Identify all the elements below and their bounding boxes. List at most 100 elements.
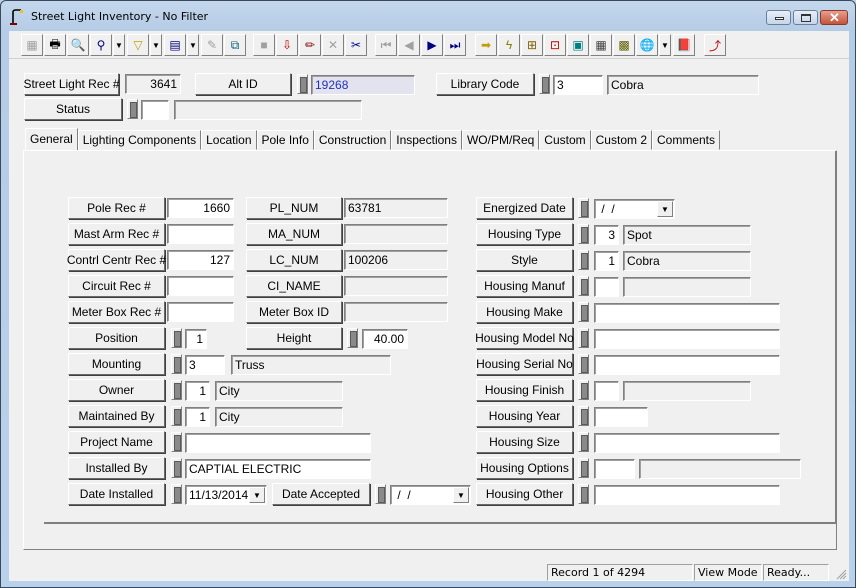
cut-button[interactable]: ✂ (345, 34, 367, 56)
contrl-centr-rec-field[interactable]: 127 (167, 250, 234, 270)
housing-model-no-field[interactable] (594, 329, 780, 349)
date-accepted-button[interactable]: Date Accepted (272, 483, 370, 505)
street-light-rec-button[interactable]: Street Light Rec # (23, 73, 120, 95)
alt-id-field[interactable]: 19268 (311, 75, 415, 95)
library-code-lookup-grip[interactable] (539, 74, 550, 94)
date-installed-field[interactable]: 11/13/2014 ▼ (185, 485, 267, 505)
housing-size-button[interactable]: Housing Size (476, 431, 573, 453)
housing-other-button[interactable]: Housing Other (476, 483, 573, 505)
housing-make-field[interactable] (594, 303, 780, 323)
date-installed-lookup-grip[interactable] (171, 484, 182, 504)
minimize-button[interactable] (766, 10, 791, 25)
installed-by-button[interactable]: Installed By (68, 457, 165, 479)
dropdown-arrow-button[interactable]: ▼ (113, 34, 125, 56)
alt-id-button[interactable]: Alt ID (195, 73, 291, 95)
position-lookup-grip[interactable] (171, 328, 182, 348)
installed-by-lookup-grip[interactable] (171, 458, 182, 478)
maintained-by-field[interactable]: 1 (185, 407, 210, 427)
mast-arm-rec-field[interactable] (167, 224, 234, 244)
status-button[interactable]: Status (24, 98, 122, 120)
tab-comments[interactable]: Comments (652, 130, 721, 150)
maintained-by-button[interactable]: Maintained By (68, 405, 165, 427)
meter-box-rec-button[interactable]: Meter Box Rec # (68, 301, 165, 323)
installed-by-field[interactable]: CAPTIAL ELECTRIC (185, 459, 371, 479)
housing-other-field[interactable] (594, 485, 780, 505)
housing-size-lookup-grip[interactable] (578, 432, 589, 452)
help-book-button[interactable]: 📕 (673, 34, 695, 56)
dropdown-arrow-button[interactable]: ▼ (187, 34, 199, 56)
close-button[interactable]: ✕ (820, 10, 848, 25)
goto-button[interactable]: ➡ (475, 34, 497, 56)
housing-manuf-button[interactable]: Housing Manuf (476, 275, 573, 297)
housing-finish-lookup-grip[interactable] (578, 380, 589, 400)
find-button[interactable]: ⚲ (90, 34, 112, 56)
lc-num-button[interactable]: LC_NUM (246, 249, 342, 271)
housing-model-no-button[interactable]: Housing Model No (475, 327, 574, 349)
housing-finish-field[interactable] (594, 381, 619, 401)
tab-wo-pm-req[interactable]: WO/PM/Req (461, 130, 540, 150)
copy-record-button[interactable]: ⧉ (224, 34, 246, 56)
housing-options-button[interactable]: Housing Options (476, 457, 573, 479)
add-record-button[interactable]: ⇩ (276, 34, 298, 56)
energized-date-lookup-grip[interactable] (578, 198, 589, 218)
project-name-button[interactable]: Project Name (68, 431, 165, 453)
next-record-button[interactable]: ▶ (421, 34, 443, 56)
housing-other-lookup-grip[interactable] (578, 484, 589, 504)
pole-rec-field[interactable]: 1660 (167, 198, 234, 218)
housing-options-lookup-grip[interactable] (578, 458, 589, 478)
first-record-button[interactable]: ⏮ (375, 34, 397, 56)
form-view-button[interactable]: ▦ (21, 34, 43, 56)
work-order-button[interactable]: ▣ (567, 34, 589, 56)
report-button[interactable]: ▤ (164, 34, 186, 56)
last-record-button[interactable]: ⏭ (444, 34, 466, 56)
library-code-field[interactable]: 3 (553, 75, 603, 95)
housing-serial-no-field[interactable] (594, 355, 780, 375)
print-button[interactable]: 🖶 (44, 34, 66, 56)
position-field[interactable]: 1 (185, 329, 207, 349)
housing-make-lookup-grip[interactable] (578, 302, 589, 322)
owner-field[interactable]: 1 (185, 381, 210, 401)
height-button[interactable]: Height (246, 327, 342, 349)
housing-year-lookup-grip[interactable] (578, 406, 589, 426)
height-lookup-grip[interactable] (347, 328, 358, 348)
housing-year-button[interactable]: Housing Year (476, 405, 573, 427)
housing-options-field[interactable] (594, 459, 635, 479)
quick-action-button[interactable]: ϟ (498, 34, 520, 56)
contrl-centr-rec-button[interactable]: Contrl Centr Rec # (67, 249, 166, 271)
alt-id-lookup-grip[interactable] (297, 74, 308, 94)
housing-type-button[interactable]: Housing Type (476, 223, 573, 245)
meter-box-rec-field[interactable] (167, 302, 234, 322)
height-field[interactable]: 40.00 (362, 329, 408, 349)
pl-num-button[interactable]: PL_NUM (246, 197, 342, 219)
library-code-button[interactable]: Library Code (436, 73, 534, 95)
mounting-lookup-grip[interactable] (171, 354, 182, 374)
mast-arm-rec-button[interactable]: Mast Arm Rec # (68, 223, 165, 245)
circuit-rec-field[interactable] (167, 276, 234, 296)
circuit-rec-button[interactable]: Circuit Rec # (68, 275, 165, 297)
position-button[interactable]: Position (68, 327, 165, 349)
print-preview-button[interactable]: 🔍 (67, 34, 89, 56)
project-name-field[interactable] (185, 433, 371, 453)
style-button[interactable]: Style (476, 249, 573, 271)
housing-finish-button[interactable]: Housing Finish (476, 379, 573, 401)
housing-manuf-field[interactable] (594, 277, 619, 297)
filter-button[interactable]: ▽ (127, 34, 149, 56)
exit-button[interactable]: ⤴ (704, 34, 726, 56)
map-button[interactable]: ▩ (613, 34, 635, 56)
edit-form-button[interactable]: ✎ (201, 34, 223, 56)
owner-lookup-grip[interactable] (171, 380, 182, 400)
dropdown-arrow-button[interactable]: ▼ (659, 34, 671, 56)
save-button[interactable]: ■ (253, 34, 275, 56)
tab-lighting-components[interactable]: Lighting Components (77, 130, 202, 150)
date-accepted-dropdown-icon[interactable]: ▼ (453, 487, 469, 503)
project-name-lookup-grip[interactable] (171, 432, 182, 452)
mounting-button[interactable]: Mounting (68, 353, 165, 375)
housing-type-lookup-grip[interactable] (578, 224, 589, 244)
housing-serial-no-lookup-grip[interactable] (578, 354, 589, 374)
housing-type-field[interactable]: 3 (594, 225, 619, 245)
style-field[interactable]: 1 (594, 251, 619, 271)
status-field[interactable] (141, 100, 169, 120)
date-installed-button[interactable]: Date Installed (68, 483, 165, 505)
ma-num-button[interactable]: MA_NUM (246, 223, 342, 245)
housing-make-button[interactable]: Housing Make (476, 301, 573, 323)
